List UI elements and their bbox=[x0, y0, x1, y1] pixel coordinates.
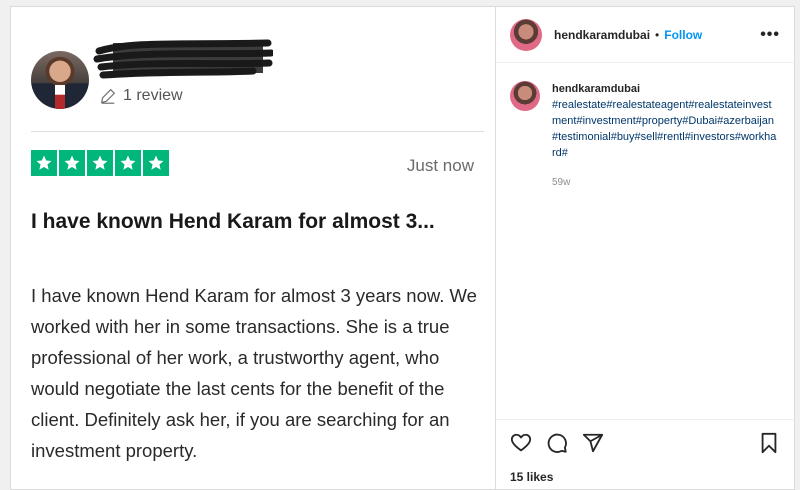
post-header: hendkaramdubai • Follow ••• bbox=[496, 7, 794, 63]
star-rating bbox=[31, 150, 169, 176]
caption: hendkaramdubai #realestate#realestateage… bbox=[496, 63, 794, 191]
review-body: I have known Hend Karam for almost 3 yea… bbox=[31, 285, 477, 461]
caption-username[interactable]: hendkaramdubai bbox=[552, 81, 780, 97]
share-icon[interactable] bbox=[582, 432, 604, 454]
star-icon bbox=[59, 150, 85, 176]
star-icon bbox=[143, 150, 169, 176]
star-icon bbox=[31, 150, 57, 176]
action-icons bbox=[510, 432, 780, 454]
caption-text: hendkaramdubai #realestate#realestateage… bbox=[552, 81, 780, 191]
review-card: 1 review Just now I have known Hend Kara… bbox=[10, 6, 495, 490]
heart-icon[interactable] bbox=[510, 432, 532, 454]
review-count-label: 1 review bbox=[123, 87, 183, 104]
review-time: Just now bbox=[406, 156, 474, 175]
review-title: I have known Hend Karam for almost 3... bbox=[31, 210, 435, 233]
follow-button[interactable]: Follow bbox=[664, 28, 702, 42]
caption-hashtags[interactable]: #realestate#realestateagent#realestatein… bbox=[552, 99, 776, 159]
reviewer-avatar bbox=[31, 51, 89, 109]
post-panel: hendkaramdubai • Follow ••• hendkaramdub… bbox=[495, 6, 795, 490]
post-age[interactable]: 59w bbox=[552, 175, 780, 191]
divider bbox=[31, 131, 484, 132]
caption-avatar[interactable] bbox=[510, 81, 540, 111]
header-username[interactable]: hendkaramdubai bbox=[554, 28, 650, 42]
profile-avatar[interactable] bbox=[510, 18, 542, 51]
star-icon bbox=[87, 150, 113, 176]
comment-icon[interactable] bbox=[546, 432, 568, 454]
pencil-icon bbox=[100, 88, 116, 104]
likes-count[interactable]: 15 likes bbox=[510, 470, 780, 484]
bookmark-icon[interactable] bbox=[758, 432, 780, 454]
review-count: 1 review bbox=[99, 87, 183, 105]
star-icon bbox=[115, 150, 141, 176]
separator-dot: • bbox=[655, 27, 660, 42]
redaction-scribble bbox=[93, 39, 273, 79]
more-options-icon[interactable]: ••• bbox=[760, 26, 780, 44]
post-actions: 15 likes bbox=[496, 419, 794, 490]
